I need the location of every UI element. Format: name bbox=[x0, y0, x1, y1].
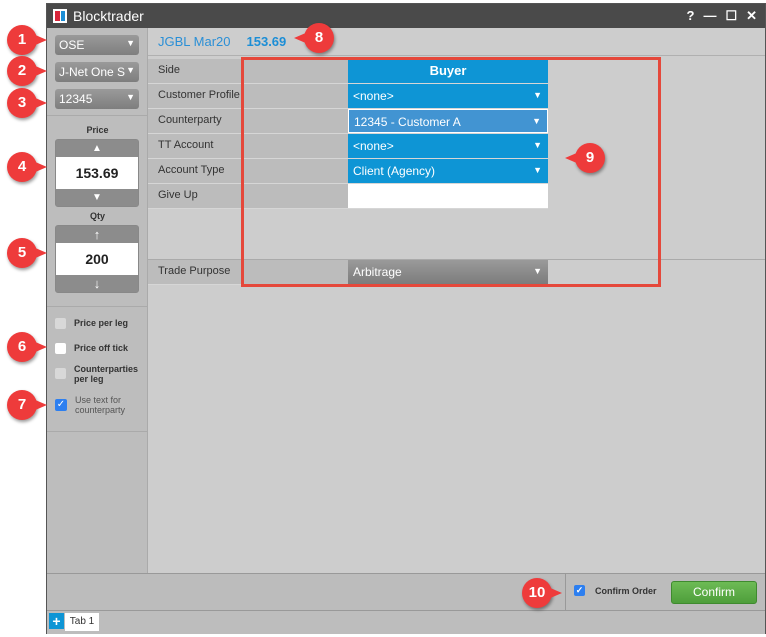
tab-bar: + Tab 1 bbox=[47, 610, 765, 634]
callout-8: 8 bbox=[294, 23, 334, 53]
footer-bar: ✓ Confirm Order Confirm bbox=[47, 573, 765, 610]
qty-label: Qty bbox=[89, 211, 105, 221]
checkbox-label: Price off tick bbox=[74, 343, 129, 353]
minimize-icon[interactable]: — bbox=[703, 8, 716, 24]
confirm-order-checkbox[interactable]: ✓ Confirm Order bbox=[574, 585, 657, 596]
checkbox-box bbox=[55, 343, 66, 354]
window-title: Blocktrader bbox=[73, 8, 144, 24]
callout-6: 6 bbox=[7, 332, 47, 362]
main-panel: JGBL Mar20 153.69 Side Buyer Customer Pro… bbox=[148, 28, 765, 573]
callout-4: 4 bbox=[7, 152, 47, 182]
price-label: Price bbox=[86, 125, 109, 135]
chevron-down-icon: ▼ bbox=[126, 38, 135, 48]
qty-input[interactable]: 200 bbox=[56, 243, 138, 275]
blocktrader-window: Blocktrader ? — ☐ ✕ OSE ▼ J-Net One S ▼ 12… bbox=[46, 3, 766, 634]
instrument-header: JGBL Mar20 153.69 bbox=[148, 28, 765, 56]
checkmark-icon: ✓ bbox=[574, 585, 585, 596]
checkbox-label: Price per leg bbox=[74, 318, 129, 328]
confirm-order-label: Confirm Order bbox=[595, 585, 657, 596]
tab-1[interactable]: Tab 1 bbox=[65, 613, 99, 631]
checkbox-box bbox=[55, 368, 66, 379]
account-dropdown[interactable]: 12345 ▼ bbox=[55, 89, 139, 109]
title-bar: Blocktrader ? — ☐ ✕ bbox=[47, 4, 765, 28]
callout-3: 3 bbox=[7, 88, 47, 118]
help-icon[interactable]: ? bbox=[686, 8, 694, 24]
checkbox-box bbox=[55, 318, 66, 329]
callout-5: 5 bbox=[7, 238, 47, 268]
account-value: 12345 bbox=[59, 92, 93, 106]
exchange-value: OSE bbox=[59, 38, 85, 52]
callout-7: 7 bbox=[7, 390, 47, 420]
add-tab-icon[interactable]: + bbox=[49, 613, 64, 629]
confirm-button[interactable]: Confirm bbox=[671, 581, 757, 604]
use-text-for-counterparty-checkbox[interactable]: ✓ Use text for counterparty bbox=[55, 395, 145, 415]
price-down-icon[interactable]: ▼ bbox=[56, 189, 138, 206]
gateway-dropdown[interactable]: J-Net One S ▼ bbox=[55, 62, 139, 82]
gateway-value: J-Net One S bbox=[59, 65, 126, 79]
checkbox-label: Use text for counterparty bbox=[75, 395, 126, 415]
counterparties-per-leg-checkbox[interactable]: Counterparties per leg bbox=[55, 364, 145, 384]
price-off-tick-checkbox[interactable]: Price off tick bbox=[55, 343, 128, 354]
price-per-leg-checkbox[interactable]: Price per leg bbox=[55, 318, 128, 329]
callout-10: 10 bbox=[522, 578, 562, 608]
chevron-down-icon: ▼ bbox=[126, 65, 135, 75]
left-panel: OSE ▼ J-Net One S ▼ 12345 ▼ Price ▲ 153.69 … bbox=[47, 28, 148, 573]
callout-9: 9 bbox=[565, 143, 605, 173]
arrow-down-icon[interactable]: ↓ bbox=[56, 275, 138, 292]
checkmark-icon: ✓ bbox=[55, 399, 67, 411]
exchange-dropdown[interactable]: OSE ▼ bbox=[55, 35, 139, 55]
maximize-icon[interactable]: ☐ bbox=[725, 8, 737, 24]
qty-stepper[interactable]: ↑ 200 ↓ bbox=[55, 225, 139, 293]
app-logo-icon bbox=[53, 9, 67, 23]
instrument-price: 153.69 bbox=[246, 34, 287, 49]
price-up-icon[interactable]: ▲ bbox=[56, 140, 138, 157]
price-stepper[interactable]: ▲ 153.69 ▼ bbox=[55, 139, 139, 207]
price-input[interactable]: 153.69 bbox=[56, 157, 138, 189]
highlight-box bbox=[241, 57, 661, 287]
instrument-name: JGBL Mar20 bbox=[158, 34, 231, 49]
callout-2: 2 bbox=[7, 56, 47, 86]
chevron-down-icon: ▼ bbox=[126, 92, 135, 102]
checkbox-label: Counterparties per leg bbox=[74, 364, 139, 384]
close-icon[interactable]: ✕ bbox=[746, 8, 757, 24]
callout-1: 1 bbox=[7, 25, 47, 55]
arrow-up-icon[interactable]: ↑ bbox=[56, 226, 138, 243]
